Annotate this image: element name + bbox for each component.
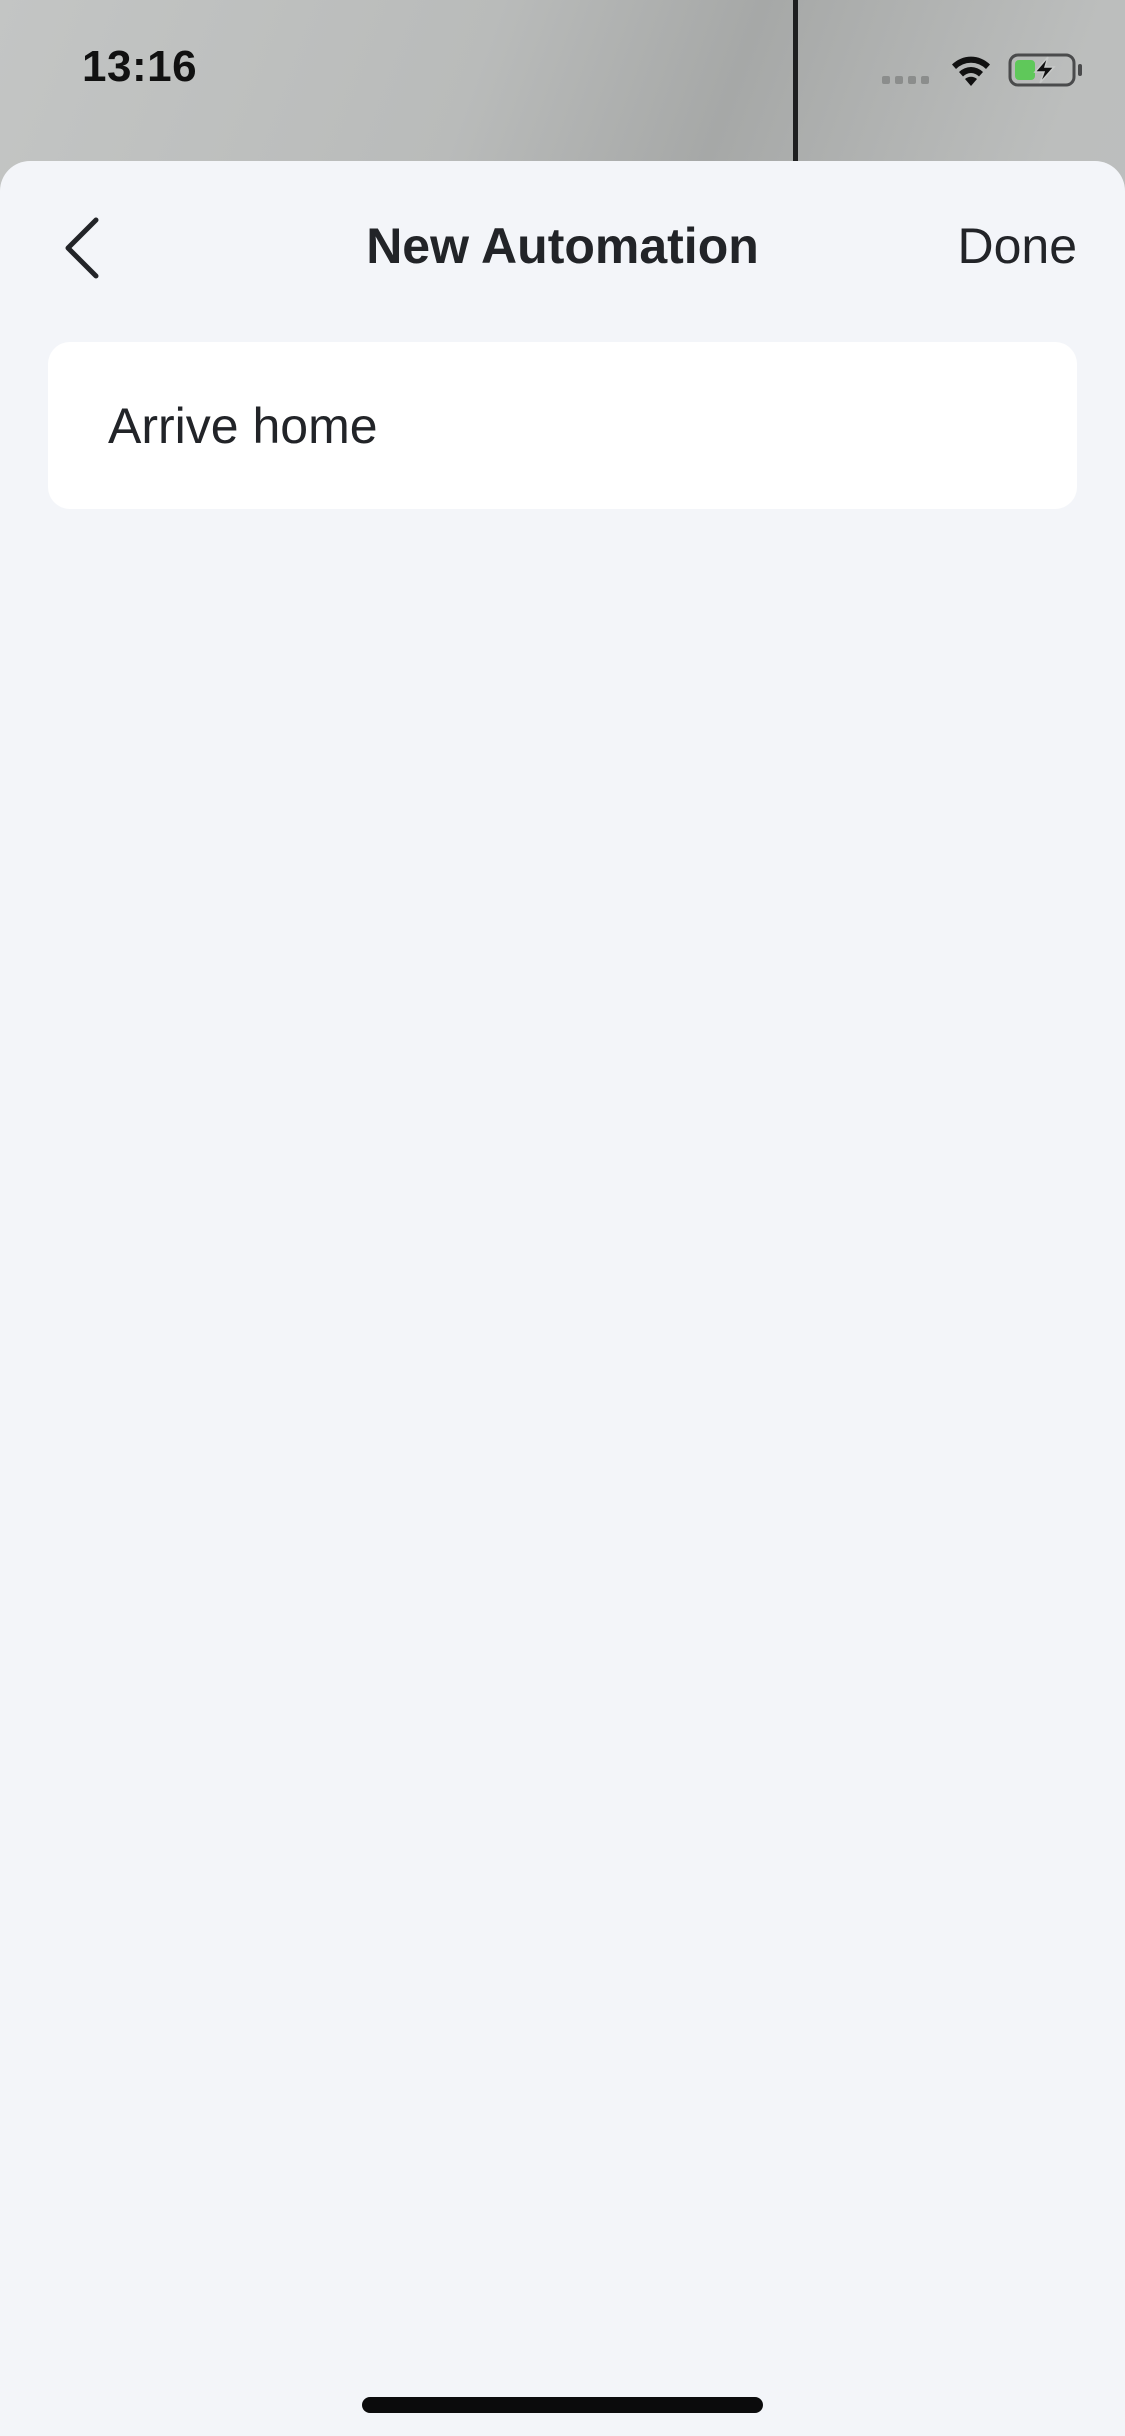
status-time: 13:16: [82, 42, 198, 91]
cellular-signal-icon: [882, 76, 929, 84]
wifi-icon: [952, 56, 990, 86]
page-title: New Automation: [366, 218, 759, 274]
automation-name-input[interactable]: [108, 342, 1048, 509]
status-bar: 13:16: [0, 0, 1125, 150]
automation-name-card: [48, 342, 1077, 509]
navigation-bar: New Automation Done: [0, 161, 1125, 331]
battery-charging-icon: [1008, 53, 1082, 87]
done-button[interactable]: Done: [957, 217, 1077, 275]
automation-sheet: New Automation Done: [0, 161, 1125, 2436]
home-indicator[interactable]: [362, 2397, 763, 2413]
